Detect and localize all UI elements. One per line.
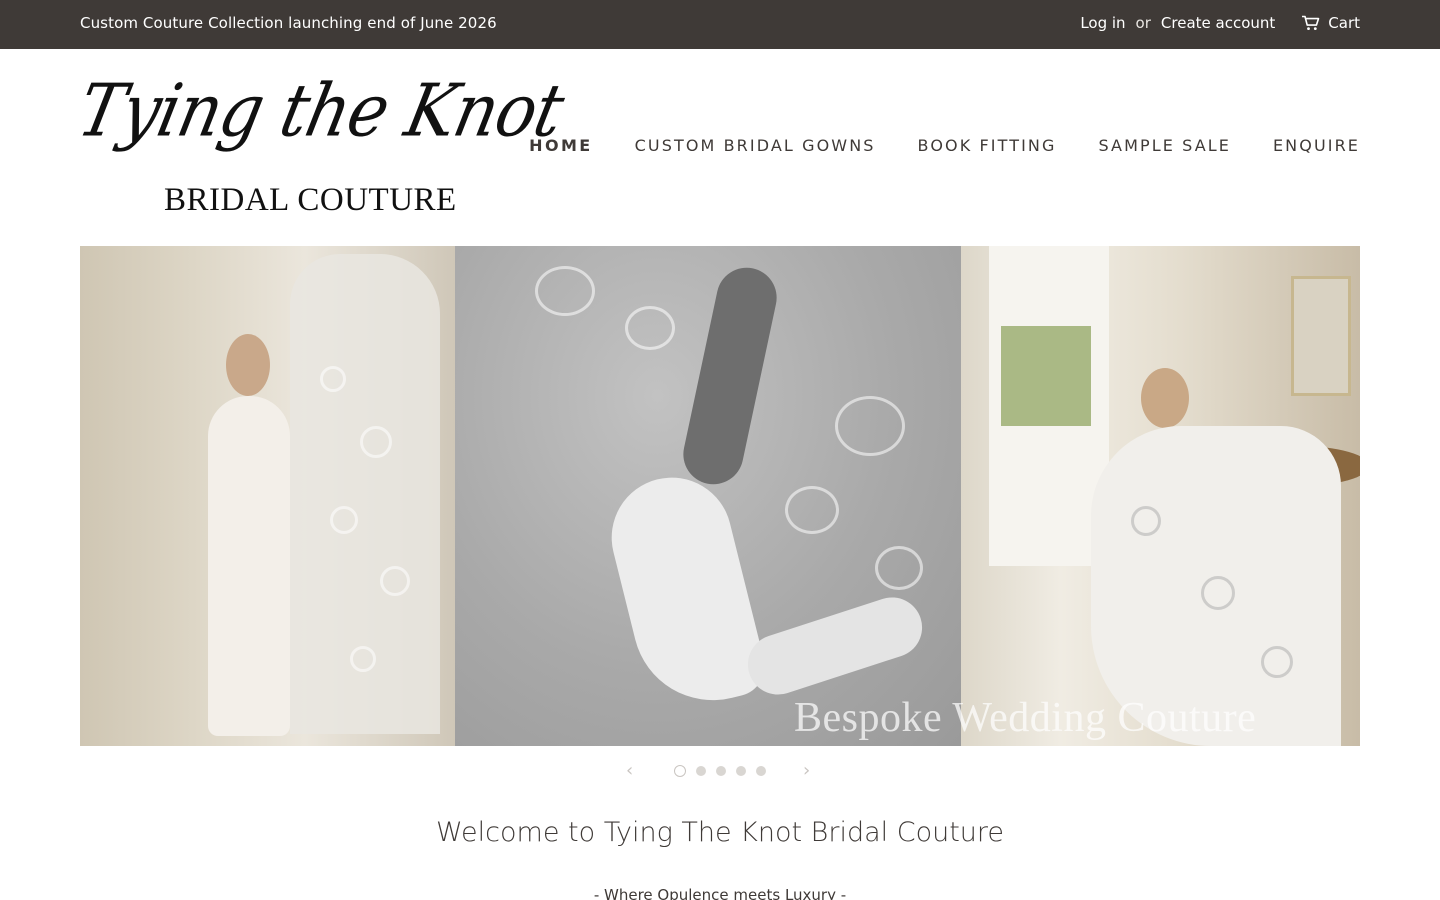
- announcement-bar: Custom Couture Collection launching end …: [0, 0, 1440, 49]
- nav-item-custom-bridal-gowns[interactable]: CUSTOM BRIDAL GOWNS: [635, 136, 876, 155]
- chevron-right-icon[interactable]: ›: [803, 760, 810, 781]
- nav-item-enquire[interactable]: ENQUIRE: [1273, 136, 1360, 155]
- nav-item-book-fitting[interactable]: BOOK FITTING: [918, 136, 1057, 155]
- site-logo[interactable]: Tying the Knot BRIDAL COUTURE: [71, 68, 570, 222]
- hero-slideshow[interactable]: Bespoke Wedding Couture: [80, 246, 1360, 746]
- welcome-heading: Welcome to Tying The Knot Bridal Couture: [435, 817, 1005, 848]
- slide-dot-5[interactable]: [756, 766, 766, 776]
- announcement-text: Custom Couture Collection launching end …: [80, 14, 497, 32]
- account-links: Log in or Create account Cart: [1080, 14, 1360, 32]
- welcome-tagline: - Where Opulence meets Luxury -: [593, 886, 847, 900]
- slide-dot-4[interactable]: [736, 766, 746, 776]
- main-navigation: HOME CUSTOM BRIDAL GOWNS BOOK FITTING SA…: [487, 136, 1360, 155]
- or-separator: or: [1135, 14, 1151, 32]
- slide-dot-3[interactable]: [716, 766, 726, 776]
- logo-subtitle: BRIDAL COUTURE: [164, 182, 457, 218]
- slide-dot-1[interactable]: [674, 765, 686, 777]
- nav-item-sample-sale[interactable]: SAMPLE SALE: [1098, 136, 1230, 155]
- login-link[interactable]: Log in: [1080, 14, 1125, 32]
- hero-image-bride-robe: [80, 246, 455, 746]
- hero-image-bride-seated: [961, 246, 1360, 746]
- slide-dot-2[interactable]: [696, 766, 706, 776]
- cart-label: Cart: [1328, 14, 1360, 32]
- slide-dots: [674, 765, 766, 777]
- nav-item-home[interactable]: HOME: [529, 136, 592, 155]
- cart-icon: [1302, 15, 1320, 30]
- slideshow-controls: ‹ ›: [0, 760, 1440, 782]
- cart-link[interactable]: Cart: [1301, 14, 1360, 32]
- hero-image-lace-shoe: [455, 246, 961, 746]
- create-account-link[interactable]: Create account: [1161, 14, 1275, 32]
- chevron-left-icon[interactable]: ‹: [626, 760, 633, 781]
- hero-caption: Bespoke Wedding Couture: [794, 695, 1257, 741]
